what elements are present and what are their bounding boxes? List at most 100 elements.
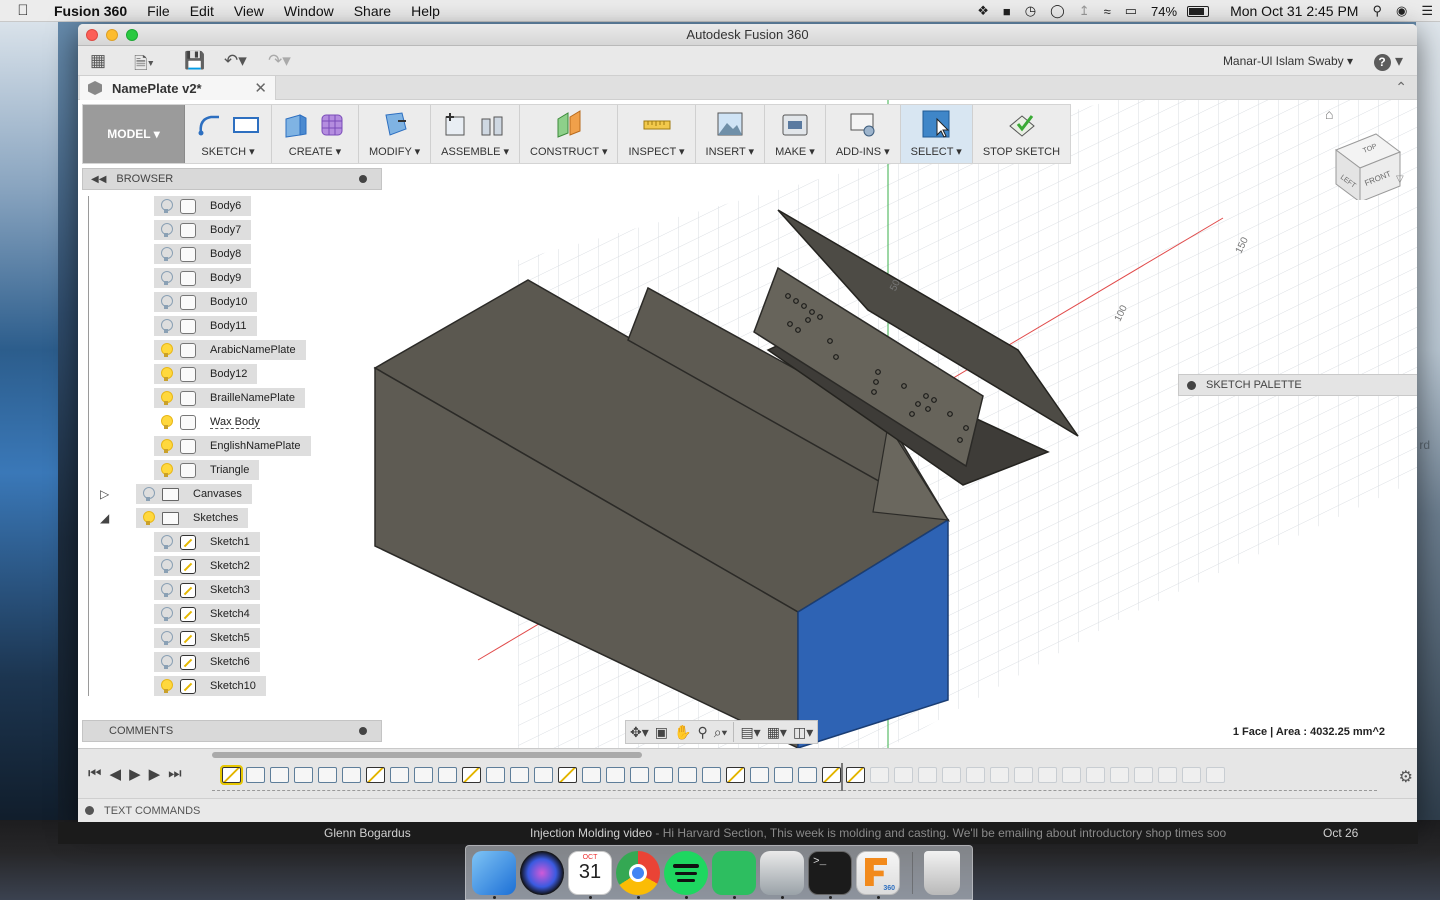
3d-print-icon[interactable]: [780, 109, 810, 139]
collapse-triangle-icon[interactable]: ◢: [100, 511, 109, 525]
timeline-feature[interactable]: [606, 767, 625, 783]
timeline-feature[interactable]: [678, 767, 697, 783]
background-mail-row[interactable]: Glenn Bogardus Injection Molding video -…: [58, 822, 1418, 844]
expand-text-commands-icon[interactable]: [85, 806, 94, 815]
visibility-bulb-icon[interactable]: [160, 558, 173, 574]
trash-icon[interactable]: [924, 851, 960, 895]
timeline-go-start-icon[interactable]: ⏮: [88, 765, 102, 783]
battery-percent[interactable]: 74%: [1151, 4, 1177, 19]
browser-item-body8[interactable]: Body8: [154, 244, 252, 264]
timeline-feature[interactable]: [414, 767, 433, 783]
browser-item-englishnameplate[interactable]: EnglishNamePlate: [154, 436, 311, 456]
fit-icon[interactable]: ⌕▾: [714, 724, 728, 741]
browser-folder-sketches[interactable]: ◢ Sketches: [100, 508, 249, 528]
assemble-group[interactable]: ASSEMBLE ▾: [431, 105, 521, 163]
menu-file[interactable]: File: [137, 3, 180, 19]
timeline-feature[interactable]: [822, 767, 841, 783]
look-at-icon[interactable]: ▣: [655, 724, 668, 741]
sketch-group[interactable]: SKETCH ▾: [185, 105, 272, 163]
user-account-menu[interactable]: Manar-Ul Islam Swaby ▾: [1223, 54, 1353, 68]
timeline-feature[interactable]: [750, 767, 769, 783]
timeline-feature-suppressed[interactable]: [894, 767, 913, 783]
browser-panel-header[interactable]: ◀◀ BROWSER: [82, 168, 382, 190]
menu-window[interactable]: Window: [274, 3, 344, 19]
close-window-button[interactable]: [86, 29, 98, 41]
stop-sketch-group[interactable]: STOP SKETCH: [973, 105, 1070, 163]
visibility-bulb-icon[interactable]: [160, 606, 173, 622]
comments-panel-header[interactable]: COMMENTS: [82, 720, 382, 742]
insert-group[interactable]: INSERT ▾: [696, 105, 766, 163]
timeline-feature-suppressed[interactable]: [966, 767, 985, 783]
zoom-icon[interactable]: ⚲: [697, 724, 707, 741]
timeline-feature[interactable]: [318, 767, 337, 783]
timeline-go-end-icon[interactable]: ⏭: [168, 765, 182, 783]
battery-icon[interactable]: [1187, 5, 1210, 17]
messages-icon[interactable]: ◯: [1050, 3, 1065, 19]
timeline-feature-suppressed[interactable]: [918, 767, 937, 783]
visibility-bulb-icon[interactable]: [142, 510, 155, 526]
measure-icon[interactable]: [642, 109, 672, 139]
browser-item-braillenameplate[interactable]: BrailleNamePlate: [154, 388, 305, 408]
display-settings-icon[interactable]: ▤▾: [740, 724, 760, 741]
menu-app-name[interactable]: Fusion 360: [46, 3, 137, 19]
document-tab[interactable]: NamePlate v2* ✕: [80, 76, 276, 100]
close-tab-icon[interactable]: ✕: [254, 79, 267, 97]
browser-item-body6[interactable]: Body6: [154, 196, 252, 216]
collapse-browser-icon[interactable]: ◀◀: [91, 174, 106, 185]
wifi-icon[interactable]: ≈: [1104, 4, 1111, 19]
timeline-feature[interactable]: [798, 767, 817, 783]
menu-share[interactable]: Share: [344, 3, 401, 19]
calendar-icon[interactable]: OCT 31: [568, 851, 612, 895]
collapse-chevron-icon[interactable]: ⌃: [1395, 79, 1407, 96]
visibility-bulb-icon[interactable]: [160, 678, 173, 694]
orbit-icon[interactable]: ✥▾: [630, 724, 649, 741]
menu-view[interactable]: View: [224, 3, 274, 19]
timeline-feature[interactable]: [510, 767, 529, 783]
timeline-feature[interactable]: [486, 767, 505, 783]
help-icon[interactable]: ? ▾: [1373, 51, 1403, 71]
browser-item-body7[interactable]: Body7: [154, 220, 252, 240]
visibility-bulb-icon[interactable]: [160, 654, 173, 670]
timeline-scrollbar[interactable]: [212, 752, 642, 758]
add-ins-group[interactable]: ADD-INS ▾: [826, 105, 901, 163]
siri-icon[interactable]: [520, 851, 564, 895]
create-group[interactable]: CREATE ▾: [272, 105, 359, 163]
browser-item-sketch5[interactable]: Sketch5: [154, 628, 260, 648]
visibility-bulb-icon[interactable]: [160, 246, 173, 262]
timeline-feature[interactable]: [246, 767, 265, 783]
finder-icon[interactable]: [472, 851, 516, 895]
visibility-bulb-icon[interactable]: [160, 438, 173, 454]
redo-icon[interactable]: ↷▾: [268, 51, 291, 71]
joint-icon[interactable]: [478, 109, 508, 139]
extrude-icon[interactable]: [282, 109, 312, 139]
timeline-feature[interactable]: [534, 767, 553, 783]
timeline-feature[interactable]: [270, 767, 289, 783]
inspect-group[interactable]: INSPECT ▾: [618, 105, 696, 163]
timeline-feature-suppressed[interactable]: [942, 767, 961, 783]
timeline-feature-suppressed[interactable]: [1110, 767, 1129, 783]
visibility-bulb-icon[interactable]: [142, 486, 155, 502]
sketch-palette-panel[interactable]: SKETCH PALETTE: [1178, 374, 1417, 396]
timeline-feature-suppressed[interactable]: [1158, 767, 1177, 783]
form-icon[interactable]: [318, 109, 348, 139]
visibility-bulb-icon[interactable]: [160, 630, 173, 646]
timeline-step-forward-icon[interactable]: ▶: [149, 765, 161, 783]
visibility-bulb-icon[interactable]: [160, 222, 173, 238]
select-arrow-icon[interactable]: [921, 109, 951, 139]
bluetooth-icon[interactable]: ↥: [1079, 3, 1090, 19]
timeline-feature[interactable]: [390, 767, 409, 783]
timeline-feature[interactable]: [366, 767, 385, 783]
timeline-feature[interactable]: [220, 765, 243, 785]
workspace-switcher[interactable]: MODEL ▾: [83, 105, 185, 163]
select-group[interactable]: SELECT ▾: [900, 105, 973, 163]
visibility-bulb-icon[interactable]: [160, 390, 173, 406]
viewports-icon[interactable]: ◫▾: [793, 724, 813, 741]
offset-plane-icon[interactable]: [554, 109, 584, 139]
browser-item-arabicnameplate[interactable]: ArabicNamePlate: [154, 340, 306, 360]
view-cube-menu-icon[interactable]: ▽: [1396, 174, 1404, 185]
browser-item-sketch6[interactable]: Sketch6: [154, 652, 260, 672]
make-group[interactable]: MAKE ▾: [765, 105, 826, 163]
timeline-feature[interactable]: [558, 767, 577, 783]
time-machine-icon[interactable]: ◷: [1025, 3, 1036, 19]
apple-menu-icon[interactable]: : [0, 2, 46, 19]
